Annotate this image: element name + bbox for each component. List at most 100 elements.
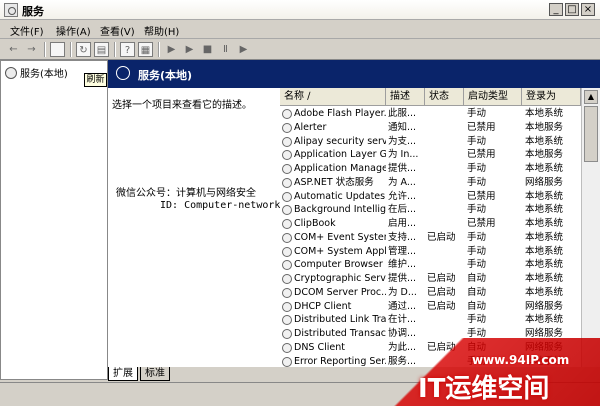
table-row[interactable]: Alipay security serv... 为支... 手动 本地系统 [280, 135, 581, 149]
table-row[interactable]: Automatic Updates 允许... 已禁用 本地系统 [280, 190, 581, 204]
title-bar: 服务 _ □ × [0, 0, 600, 20]
wechat-id-text: ID: Computer-network [160, 200, 281, 211]
table-cell: 本地系统 [525, 314, 564, 326]
table-cell: 本地系统 [525, 108, 564, 119]
service-gear-icon [282, 122, 292, 133]
table-cell: 管理... [388, 245, 417, 257]
play-icon[interactable]: ▶ [164, 42, 179, 57]
menu-help[interactable]: 帮助(H) [144, 23, 179, 38]
table-cell: COM+ System Appli... [294, 245, 386, 257]
table-cell: Background Intellig... [294, 204, 386, 216]
table-row[interactable]: Computer Browser 维护... 手动 本地系统 [280, 258, 581, 272]
table-cell: 已启动 [427, 231, 456, 243]
service-gear-icon [282, 287, 292, 298]
table-cell: 本地系统 [525, 190, 564, 202]
table-cell: DCOM Server Proc... [294, 286, 386, 298]
vertical-scrollbar[interactable]: ▲ [581, 88, 600, 367]
table-cell: 手动 [467, 108, 487, 119]
service-gear-icon [282, 329, 292, 339]
table-row[interactable]: Background Intellig... 在后... 手动 本地系统 [280, 203, 581, 217]
table-row[interactable]: Adobe Flash Player... 此服... 手动 本地系统 [280, 107, 581, 121]
scroll-up-arrow-icon[interactable]: ▲ [584, 90, 598, 104]
table-cell: Alerter [294, 121, 327, 133]
table-cell: 提供... [388, 273, 417, 284]
forward-icon[interactable]: → [24, 42, 39, 57]
services-list: 名称 ∕ 描述 状态 启动类型 登录为 Adobe Flash Player..… [280, 88, 581, 367]
help-icon[interactable]: ? [120, 42, 135, 57]
table-cell: Computer Browser [294, 259, 383, 271]
table-cell: 手动 [467, 163, 487, 174]
table-cell: 已禁用 [467, 121, 496, 133]
table-row[interactable]: ClipBook 启用... 已禁用 本地系统 [280, 217, 581, 231]
table-cell: 启用... [388, 218, 417, 229]
table-cell: 本地系统 [525, 135, 564, 147]
column-header-startup-type[interactable]: 启动类型 [464, 88, 522, 106]
table-cell: 已启动 [427, 300, 456, 312]
service-gear-icon [282, 219, 292, 229]
table-cell: 本地系统 [525, 163, 564, 174]
back-icon[interactable]: ← [6, 42, 21, 57]
table-cell: Automatic Updates [294, 190, 386, 202]
pause-icon[interactable]: Ⅱ [218, 42, 233, 57]
play-alt-icon[interactable]: ▶ [182, 42, 197, 57]
table-cell: 本地系统 [525, 231, 564, 243]
table-cell: 支持... [388, 231, 417, 243]
tab-extended[interactable]: 扩展 [108, 367, 138, 381]
column-header-name[interactable]: 名称 ∕ [280, 88, 386, 106]
refresh-tooltip: 刷新 [84, 73, 107, 87]
table-row[interactable]: ASP.NET 状态服务 为 A... 手动 网络服务 [280, 176, 581, 190]
close-button[interactable]: × [581, 3, 595, 16]
table-row[interactable]: Alerter 通知... 已禁用 本地服务 [280, 121, 581, 135]
table-cell: 维护... [388, 259, 417, 271]
service-gear-icon [282, 205, 292, 216]
toolbar: ← → ↻ ▤ ? ▦ ▶ ▶ ■ Ⅱ ▶ [0, 39, 600, 60]
table-row[interactable]: DHCP Client 通过... 已启动 自动 网络服务 [280, 300, 581, 314]
table-row[interactable]: DCOM Server Proc... 为 D... 已启动 自动 本地系统 [280, 286, 581, 300]
tab-standard[interactable]: 标准 [140, 367, 170, 381]
table-row[interactable]: COM+ System Appli...管理... 手动 本地系统 [280, 245, 581, 259]
table-row[interactable]: Application Layer G... 为 In... 已禁用 本地服务 [280, 148, 581, 162]
menu-view[interactable]: 查看(V) [100, 23, 135, 38]
table-cell: 通过... [388, 300, 417, 312]
export-icon[interactable]: ▤ [94, 42, 109, 57]
table-cell: COM+ Event System [294, 231, 386, 243]
restart-icon[interactable]: ▶ [236, 42, 251, 57]
table-cell: Adobe Flash Player... [294, 108, 386, 119]
table-row[interactable]: Cryptographic Serv... 提供... 已启动 自动 本地系统 [280, 272, 581, 286]
view-tabs: 扩展 标准 [108, 367, 408, 382]
scroll-thumb[interactable] [584, 106, 598, 162]
tree-pane: 服务(本地) [0, 60, 108, 380]
table-cell: 手动 [467, 204, 487, 216]
table-cell: 本地系统 [525, 245, 564, 257]
table-cell: 已禁用 [467, 149, 496, 161]
description-pane: 选择一个项目来查看它的描述。 微信公众号：计算机与网络安全 ID: Comput… [108, 88, 280, 367]
refresh-icon[interactable]: ↻ [76, 42, 91, 57]
table-cell: 手动 [467, 259, 487, 271]
stop-icon[interactable]: ■ [200, 42, 215, 57]
tree-node-services-local[interactable]: 服务(本地) [5, 65, 68, 80]
table-row[interactable]: Distributed Link Tra... 在计... 手动 本地系统 [280, 313, 581, 327]
maximize-button[interactable]: □ [565, 3, 579, 16]
menu-bar: 文件(F) 操作(A) 查看(V) 帮助(H) [0, 20, 600, 39]
service-gear-icon [282, 150, 292, 161]
description-text: 选择一个项目来查看它的描述。 [112, 100, 252, 111]
menu-file[interactable]: 文件(F) [10, 23, 44, 38]
table-row[interactable]: Application Manage...提供... 手动 本地系统 [280, 162, 581, 176]
services-header-icon [116, 66, 130, 80]
table-row[interactable]: COM+ Event System 支持... 已启动 手动 本地系统 [280, 231, 581, 245]
window-title: 服务 [22, 5, 44, 18]
services-header: 服务(本地) [108, 60, 600, 88]
show-hide-tree-icon[interactable] [50, 42, 65, 57]
service-gear-icon [282, 301, 292, 312]
table-cell: 在后... [388, 204, 417, 216]
table-cell: 自动 [467, 286, 487, 298]
table-cell: Application Layer G... [294, 149, 386, 161]
table-cell: 通知... [388, 121, 417, 133]
properties-icon[interactable]: ▦ [138, 42, 153, 57]
column-header-logon-as[interactable]: 登录为 [522, 88, 581, 106]
column-header-description[interactable]: 描述 [386, 88, 425, 106]
table-cell: 本地系统 [525, 273, 564, 284]
column-header-status[interactable]: 状态 [425, 88, 464, 106]
minimize-button[interactable]: _ [549, 3, 563, 16]
menu-action[interactable]: 操作(A) [56, 23, 91, 38]
